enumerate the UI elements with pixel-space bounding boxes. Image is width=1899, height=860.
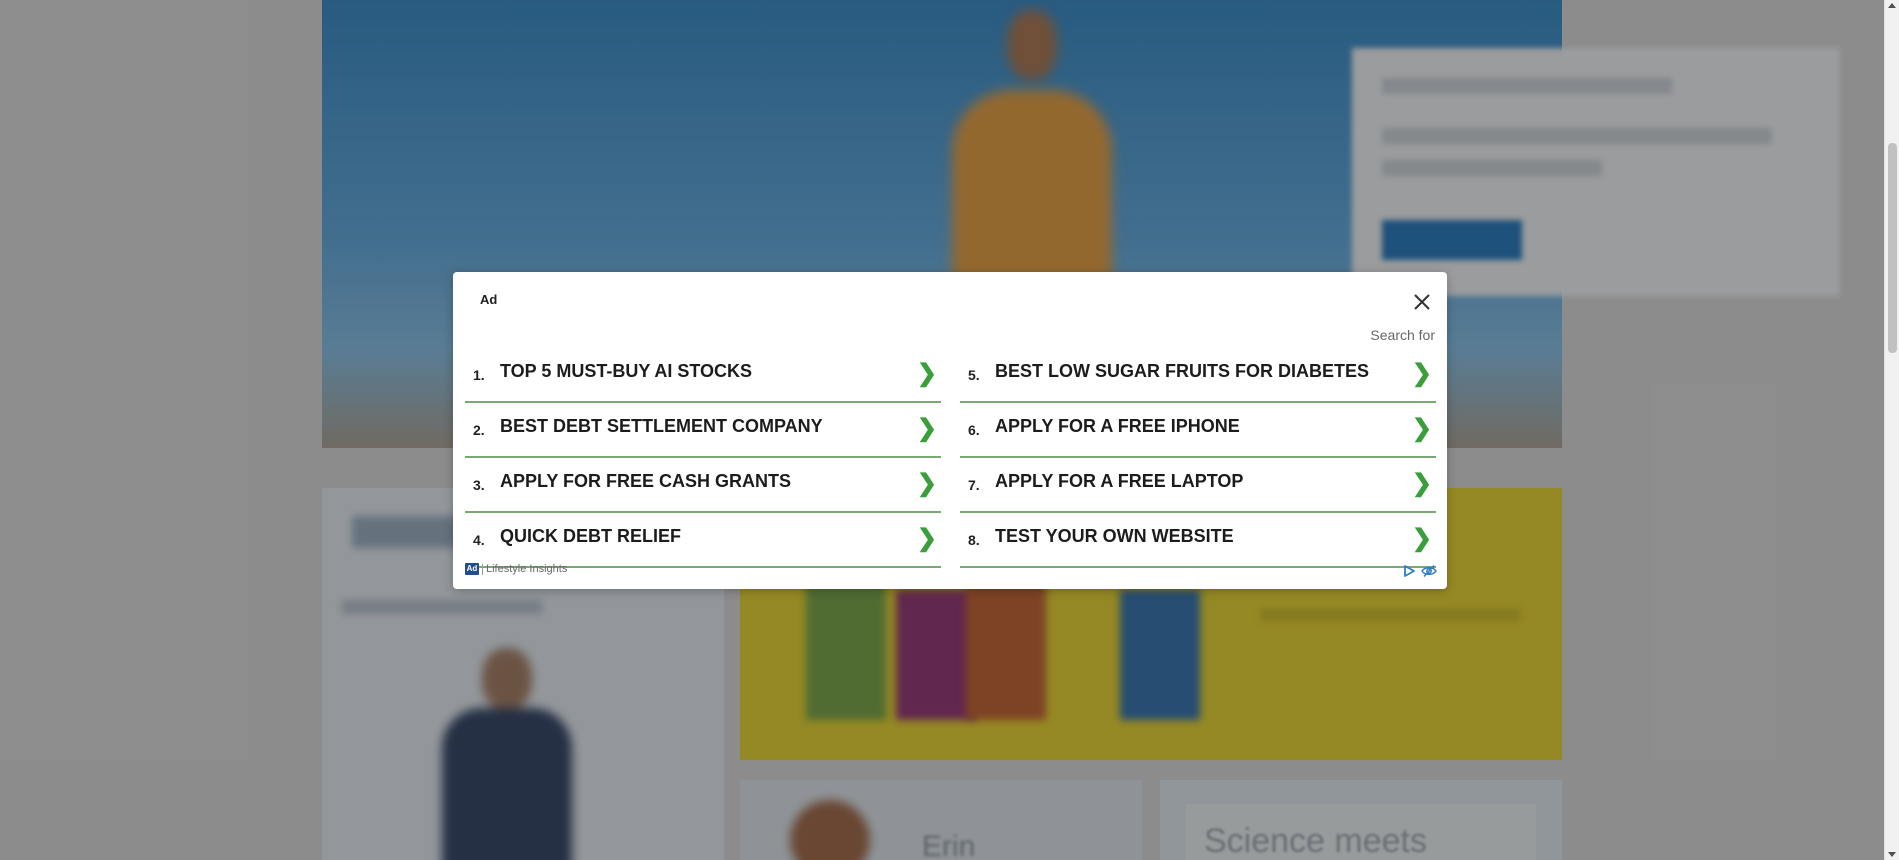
item-label[interactable]: QUICK DEBT RELIEF: [500, 526, 681, 547]
close-icon[interactable]: [1410, 290, 1434, 314]
ad-modal: Ad Search for 1. TOP 5 MUST-BUY AI STOCK…: [453, 272, 1447, 589]
item-label[interactable]: APPLY FOR A FREE IPHONE: [995, 416, 1240, 437]
item-label[interactable]: TEST YOUR OWN WEBSITE: [995, 526, 1234, 547]
item-number: 1.: [473, 367, 485, 383]
chevron-right-icon[interactable]: ❯: [917, 359, 937, 388]
scroll-down-arrow-icon[interactable]: [1888, 852, 1896, 857]
ad-link-item[interactable]: 1. TOP 5 MUST-BUY AI STOCKS ❯: [465, 348, 941, 403]
ad-link-item[interactable]: 7. APPLY FOR A FREE LAPTOP ❯: [960, 458, 1436, 513]
item-number: 8.: [968, 532, 980, 548]
scrollbar-thumb[interactable]: [1888, 143, 1897, 353]
chevron-right-icon[interactable]: ❯: [1412, 359, 1432, 388]
item-label[interactable]: APPLY FOR FREE CASH GRANTS: [500, 471, 791, 492]
chevron-right-icon[interactable]: ❯: [1412, 414, 1432, 443]
ad-link-item[interactable]: 8. TEST YOUR OWN WEBSITE ❯: [960, 513, 1436, 568]
ad-link-item[interactable]: 6. APPLY FOR A FREE IPHONE ❯: [960, 403, 1436, 458]
ad-link-item[interactable]: 4. QUICK DEBT RELIEF ❯: [465, 513, 941, 568]
item-number: 5.: [968, 367, 980, 383]
item-number: 4.: [473, 532, 485, 548]
ad-link-item[interactable]: 5. BEST LOW SUGAR FRUITS FOR DIABETES ❯: [960, 348, 1436, 403]
item-label[interactable]: BEST DEBT SETTLEMENT COMPANY: [500, 416, 823, 437]
ad-link-item[interactable]: 3. APPLY FOR FREE CASH GRANTS ❯: [465, 458, 941, 513]
chevron-right-icon[interactable]: ❯: [917, 469, 937, 498]
chevron-right-icon[interactable]: ❯: [917, 524, 937, 553]
ad-link-item[interactable]: 2. BEST DEBT SETTLEMENT COMPANY ❯: [465, 403, 941, 458]
ad-provider-label[interactable]: Lifestyle Insights: [486, 563, 567, 575]
scroll-up-arrow-icon[interactable]: [1888, 3, 1896, 8]
ad-links-left: 1. TOP 5 MUST-BUY AI STOCKS ❯ 2. BEST DE…: [465, 348, 941, 568]
chevron-right-icon[interactable]: ❯: [917, 414, 937, 443]
item-label[interactable]: TOP 5 MUST-BUY AI STOCKS: [500, 361, 752, 382]
item-number: 7.: [968, 477, 980, 493]
item-label[interactable]: BEST LOW SUGAR FRUITS FOR DIABETES: [995, 361, 1369, 382]
ad-footer-icons: [1402, 564, 1437, 578]
search-for-label: Search for: [1370, 327, 1435, 343]
item-label[interactable]: APPLY FOR A FREE LAPTOP: [995, 471, 1243, 492]
ad-links-right: 5. BEST LOW SUGAR FRUITS FOR DIABETES ❯ …: [960, 348, 1436, 568]
ad-footer: Ad Lifestyle Insights: [465, 563, 567, 575]
adchoices-play-icon[interactable]: [1402, 564, 1416, 578]
ad-label: Ad: [480, 292, 498, 307]
item-number: 2.: [473, 422, 485, 438]
ad-badge: Ad: [465, 563, 479, 575]
item-number: 6.: [968, 422, 980, 438]
item-number: 3.: [473, 477, 485, 493]
chevron-right-icon[interactable]: ❯: [1412, 469, 1432, 498]
divider: [482, 563, 483, 575]
page-scrollbar[interactable]: [1884, 0, 1899, 860]
chevron-right-icon[interactable]: ❯: [1412, 524, 1432, 553]
hide-eye-icon[interactable]: [1421, 564, 1437, 578]
